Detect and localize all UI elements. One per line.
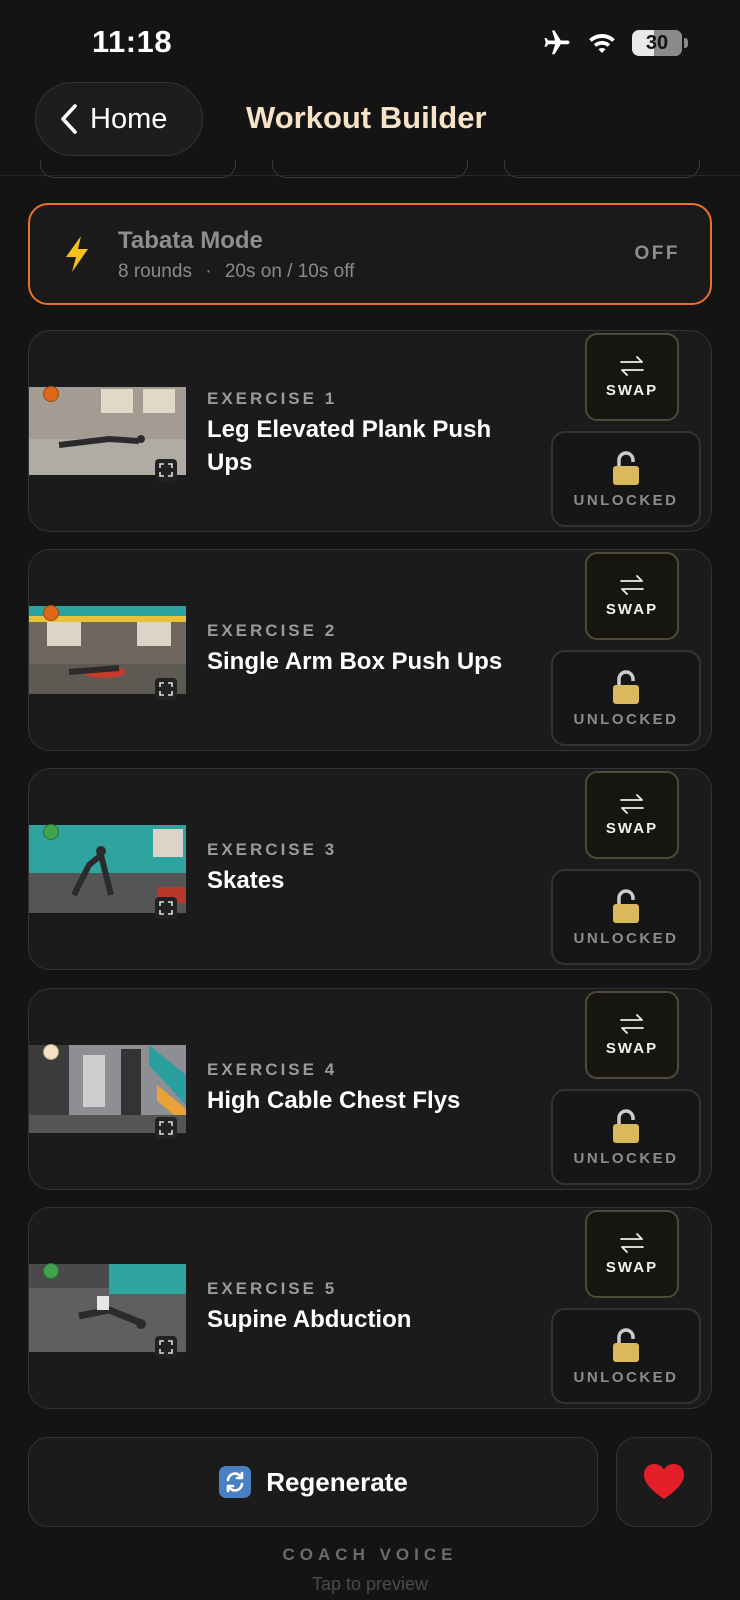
chevron-left-icon [61,104,77,134]
coach-voice-preview[interactable]: Tap to preview [0,1574,740,1595]
lock-toggle[interactable]: UNLOCKED [551,431,701,527]
swap-label: SWAP [605,1258,659,1276]
scrolled-chip [504,160,700,178]
status-bar: 11:18 30 [0,0,740,80]
status-dot [43,386,59,402]
battery-level: 30 [645,31,669,54]
favorite-button[interactable] [616,1437,712,1527]
swap-button[interactable]: SWAP [585,991,679,1079]
unlocked-padlock-icon [613,888,639,923]
regenerate-button[interactable]: Regenerate [28,1437,598,1527]
exercise-number: EXERCISE 5 [207,1279,338,1298]
expand-icon[interactable] [155,1336,177,1358]
exercise-number: EXERCISE 2 [207,621,338,640]
status-dot [43,824,59,840]
refresh-icon [219,1466,252,1498]
lock-label: UNLOCKED [573,710,679,728]
exercise-number: EXERCISE 3 [207,840,338,859]
expand-icon[interactable] [155,1117,177,1139]
battery-tip [684,38,688,48]
wifi-icon [589,34,615,53]
scrolled-chip [40,160,236,178]
tabata-state: OFF [634,243,680,264]
swap-arrows-icon [620,355,644,376]
lock-label: UNLOCKED [573,1368,679,1386]
tabata-separator: · [205,261,212,282]
unlocked-padlock-icon [613,450,639,485]
swap-arrows-icon [620,1013,644,1034]
home-label: Home [90,102,168,135]
unlocked-padlock-icon [613,1108,639,1143]
scrolled-chip [272,160,468,178]
home-back-button[interactable]: Home [35,82,203,156]
lock-toggle[interactable]: UNLOCKED [551,650,701,746]
tabata-subtitle: 8 rounds · 20s on / 10s off [118,261,354,283]
swap-label: SWAP [605,819,659,837]
expand-icon[interactable] [155,678,177,700]
unlocked-padlock-icon [613,1327,639,1362]
unlocked-padlock-icon [613,669,639,704]
tabata-title: Tabata Mode [118,227,263,254]
tabata-rounds: 8 rounds [118,261,192,282]
swap-arrows-icon [620,793,644,814]
swap-arrows-icon [620,1232,644,1253]
exercise-number: EXERCISE 4 [207,1060,338,1079]
lock-toggle[interactable]: UNLOCKED [551,869,701,965]
swap-label: SWAP [605,1039,659,1057]
page-title: Workout Builder [246,100,487,135]
status-icons: 30 [542,28,688,58]
swap-button[interactable]: SWAP [585,771,679,859]
lock-label: UNLOCKED [573,491,679,509]
exercise-card[interactable]: EXERCISE 5 Supine Abduction SWAP UNLOCKE… [28,1207,712,1409]
exercise-name: Skates [207,867,285,894]
exercise-name: High Cable Chest Flys [207,1087,461,1114]
tabata-timing: 20s on / 10s off [224,261,355,282]
exercise-name: Single Arm Box Push Ups [207,648,503,675]
exercise-card[interactable]: EXERCISE 2 Single Arm Box Push Ups SWAP … [28,549,712,751]
status-dot [43,1044,59,1060]
exercise-name: Leg Elevated Plank Push Ups [207,416,492,476]
status-time: 11:18 [92,24,173,59]
exercise-card[interactable]: EXERCISE 1 Leg Elevated Plank Push Ups S… [28,330,712,532]
heart-icon [644,1464,684,1499]
status-dot [43,1263,59,1279]
tabata-mode-toggle[interactable]: Tabata Mode 8 rounds · 20s on / 10s off … [28,203,712,305]
swap-button[interactable]: SWAP [585,1210,679,1298]
lock-label: UNLOCKED [573,1149,679,1167]
battery-icon: 30 [632,30,682,56]
airplane-mode-icon [544,30,570,55]
swap-button[interactable]: SWAP [585,333,679,421]
swap-label: SWAP [605,600,659,618]
expand-icon[interactable] [155,897,177,919]
exercise-number: EXERCISE 1 [207,389,338,408]
exercise-name: Supine Abduction [207,1306,412,1333]
exercise-card[interactable]: EXERCISE 3 Skates SWAP UNLOCKED [28,768,712,970]
lock-toggle[interactable]: UNLOCKED [551,1308,701,1404]
regenerate-label: Regenerate [266,1466,408,1497]
coach-voice-title[interactable]: COACH VOICE [0,1545,740,1565]
lightning-bolt-icon [66,236,88,272]
swap-button[interactable]: SWAP [585,552,679,640]
exercise-card[interactable]: EXERCISE 4 High Cable Chest Flys SWAP UN… [28,988,712,1190]
swap-label: SWAP [605,381,659,399]
swap-arrows-icon [620,574,644,595]
lock-toggle[interactable]: UNLOCKED [551,1089,701,1185]
lock-label: UNLOCKED [573,929,679,947]
expand-icon[interactable] [155,459,177,481]
status-dot [43,605,59,621]
